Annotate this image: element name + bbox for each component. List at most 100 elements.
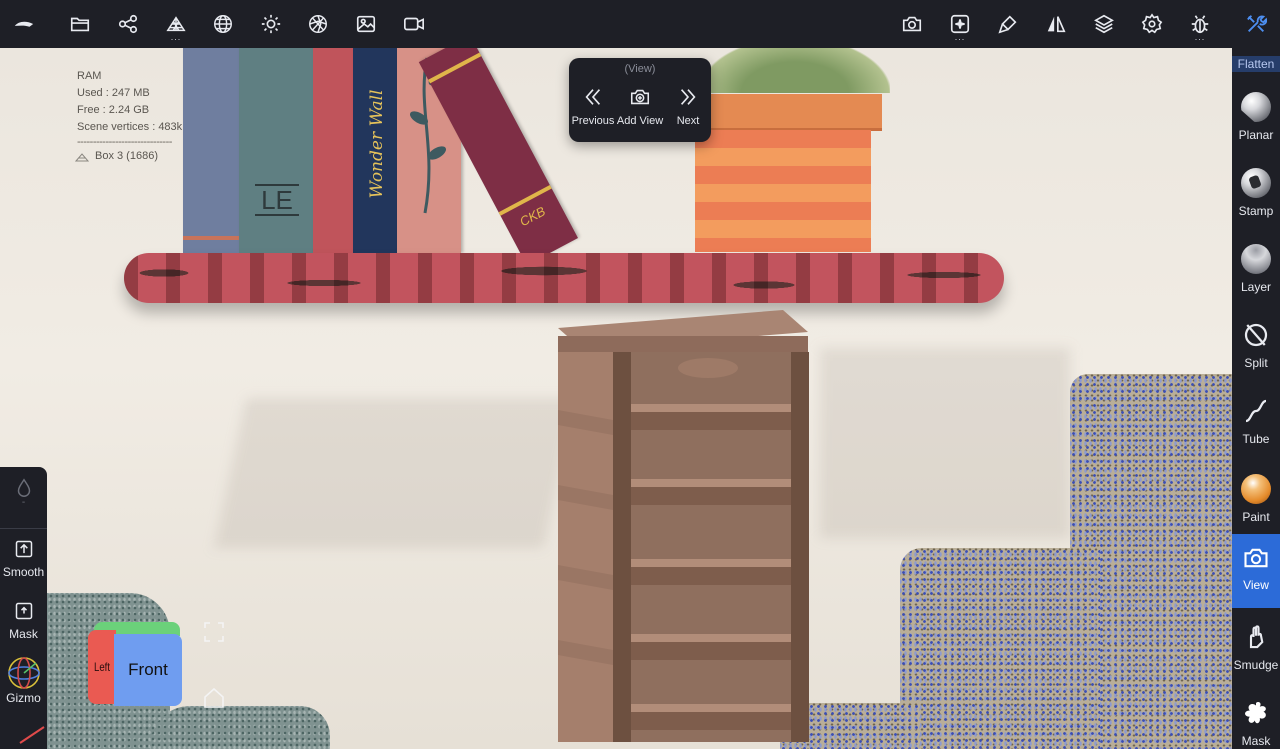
- tool-mask[interactable]: Mask: [1232, 688, 1280, 749]
- app-root: LE Wonder Wall CKB RAM Used: 247 MB Fre…: [0, 0, 1280, 749]
- camera-plus-icon: [630, 89, 650, 105]
- wall-shadow: [820, 348, 1070, 538]
- add-view-button[interactable]: Add View: [616, 86, 664, 127]
- tool-layer[interactable]: Layer: [1232, 234, 1280, 308]
- split-icon: [1244, 323, 1268, 347]
- stats-overlay: RAM Used : 247 MB Free : 2.24 GB Scene v…: [75, 68, 183, 165]
- tool-stamp[interactable]: Stamp: [1232, 158, 1280, 232]
- app-menu-icon[interactable]: [6, 6, 42, 42]
- carpet-left-2: [150, 706, 330, 749]
- camera-icon: [1244, 548, 1268, 568]
- symmetry-icon[interactable]: [1038, 6, 1074, 42]
- stats-separator: ------------------------------: [77, 136, 172, 148]
- next-view-label: Next: [676, 115, 700, 127]
- topology-icon[interactable]: ...: [158, 6, 194, 42]
- bug-icon[interactable]: ...: [1182, 6, 1218, 42]
- smooth-label: Smooth: [2, 565, 45, 579]
- corner-indicator: [19, 726, 45, 744]
- stamp-sphere-icon: [1241, 168, 1271, 198]
- tool-paint[interactable]: Paint: [1232, 464, 1280, 538]
- sun-icon[interactable]: [253, 6, 289, 42]
- cube-left-face[interactable]: Left: [88, 630, 116, 704]
- bug-menu-dots: ...: [1194, 32, 1206, 42]
- left-panel-divider: [0, 528, 47, 529]
- 3d-viewport[interactable]: LE Wonder Wall CKB: [0, 48, 1232, 749]
- brush-radius-value: -: [21, 497, 26, 508]
- top-toolbar: ... ... ...: [0, 0, 1280, 48]
- brush-icon[interactable]: [990, 6, 1026, 42]
- cube-front-label: Front: [128, 660, 168, 679]
- mask-square-icon: [15, 602, 32, 620]
- left-panel: - Smooth Mask Gizmo: [0, 467, 47, 749]
- sparkle-frame-icon[interactable]: ...: [942, 6, 978, 42]
- tool-planar[interactable]: Planar: [1232, 82, 1280, 156]
- tool-view[interactable]: View: [1232, 534, 1280, 608]
- navigation-cube[interactable]: Left Front: [88, 622, 182, 706]
- image-icon[interactable]: [348, 6, 384, 42]
- topology-menu-dots: ...: [170, 32, 182, 42]
- tube-icon: [1245, 399, 1267, 423]
- previous-view-label: Previous: [571, 115, 615, 127]
- sparkle-menu-dots: ...: [954, 32, 966, 42]
- pot-body: [695, 130, 871, 252]
- chevrons-left-icon: [585, 89, 601, 105]
- wall-shadow: [214, 398, 576, 548]
- book-red: [313, 48, 355, 253]
- share-nodes-icon[interactable]: [110, 6, 146, 42]
- camera-icon[interactable]: [894, 6, 930, 42]
- selected-object[interactable]: Box 3 (1686): [75, 148, 182, 165]
- smooth-button[interactable]: Smooth: [0, 539, 47, 579]
- paint-sphere-icon: [1241, 474, 1271, 504]
- previous-view-button[interactable]: Previous: [569, 86, 617, 127]
- frame-icon[interactable]: [202, 620, 226, 644]
- sphere-grid-icon[interactable]: [205, 6, 241, 42]
- carpet-step: [900, 548, 1100, 749]
- home-icon[interactable]: [202, 686, 226, 710]
- mask-label: Mask: [9, 627, 38, 641]
- gizmo-icon: [7, 657, 40, 689]
- tool-view-label: View: [1243, 578, 1269, 592]
- settings-icon[interactable]: [1134, 6, 1170, 42]
- book-label-wonderwall: Wonder Wall: [367, 89, 387, 199]
- tool-smudge[interactable]: Smudge: [1232, 612, 1280, 686]
- book-navy: Wonder Wall: [353, 48, 399, 253]
- mask-splat-icon: [1245, 701, 1266, 724]
- scene-vertices: Scene vertices : 483k: [77, 121, 183, 133]
- tool-split[interactable]: Split: [1232, 310, 1280, 384]
- bookcase[interactable]: [553, 310, 813, 749]
- smudge-icon: [1249, 625, 1264, 649]
- gizmo-label: Gizmo: [6, 691, 41, 705]
- tool-tube[interactable]: Tube: [1232, 386, 1280, 460]
- tool-flatten[interactable]: Flatten: [1232, 56, 1280, 72]
- mesh-icon: [75, 152, 89, 161]
- tool-tube-label: Tube: [1242, 432, 1270, 446]
- layers-icon[interactable]: [1086, 6, 1122, 42]
- cube-left-label: Left: [93, 660, 110, 674]
- tool-layer-label: Layer: [1240, 280, 1272, 294]
- add-view-label: Add View: [616, 115, 664, 127]
- plant-leaves: [700, 48, 890, 93]
- drop-icon: [17, 478, 30, 497]
- book-blue: [183, 48, 241, 253]
- smooth-icon: [15, 540, 32, 558]
- tool-panel: Flatten Planar Stamp Layer Split Tube Pa…: [1232, 48, 1280, 749]
- material-ball-icon[interactable]: [300, 6, 336, 42]
- video-icon[interactable]: [396, 6, 432, 42]
- planar-sphere-icon: [1241, 92, 1271, 122]
- pot-rim: [698, 94, 882, 128]
- gizmo-button[interactable]: Gizmo: [0, 655, 47, 705]
- cube-front-face[interactable]: Front: [114, 634, 182, 706]
- brush-radius-control[interactable]: -: [0, 477, 47, 508]
- mask-button[interactable]: Mask: [0, 601, 47, 641]
- ram-used: Used : 247 MB: [77, 87, 150, 99]
- tools-icon[interactable]: [1238, 6, 1274, 42]
- tool-stamp-label: Stamp: [1238, 204, 1274, 218]
- book-label-le: LE: [255, 184, 299, 216]
- selected-object-name: Box 3 (1686): [95, 150, 158, 162]
- layer-sphere-icon: [1241, 244, 1271, 274]
- book-teal: LE: [239, 48, 315, 253]
- folder-icon[interactable]: [62, 6, 98, 42]
- view-popup-title: (View): [624, 63, 656, 75]
- next-view-button[interactable]: Next: [664, 86, 712, 127]
- tool-planar-label: Planar: [1238, 128, 1274, 142]
